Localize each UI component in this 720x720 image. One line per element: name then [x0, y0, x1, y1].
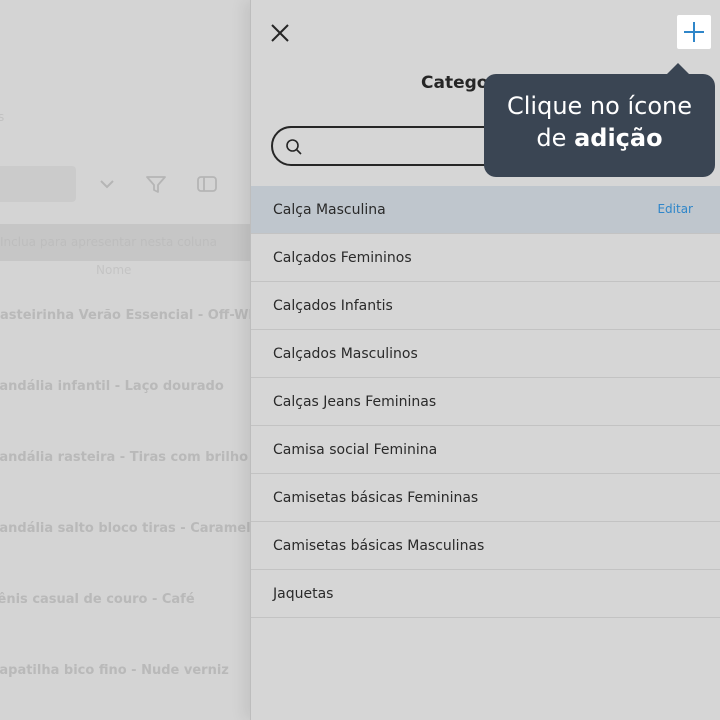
category-row[interactable]: Calçados Femininos — [251, 234, 720, 282]
bg-column-header: Nome — [96, 263, 132, 277]
close-icon — [271, 24, 289, 42]
bg-hint-bar: Inclua para apresentar nesta coluna — [0, 224, 250, 261]
plus-icon — [684, 22, 704, 42]
bg-product-name: Sapatilha bico fino - Nude verniz — [0, 663, 229, 678]
category-row[interactable]: Calça Masculina Editar — [251, 186, 720, 234]
category-label: Calçados Femininos — [273, 249, 412, 266]
bg-input — [0, 166, 76, 202]
filter-icon — [146, 176, 166, 193]
category-label: Camisa social Feminina — [273, 441, 438, 458]
bg-product-name: Rasteirinha Verão Essencial - Off-White — [0, 308, 278, 323]
tooltip-line-1: Clique no ícone — [507, 92, 692, 120]
tooltip-line-2-prefix: de — [536, 124, 575, 152]
chevron-down-icon — [100, 180, 114, 189]
close-button[interactable] — [267, 20, 293, 46]
panel-icon — [197, 176, 217, 192]
category-row[interactable]: Calçados Infantis — [251, 282, 720, 330]
category-row[interactable]: Calças Jeans Femininas — [251, 378, 720, 426]
bg-product-name: Sandália salto bloco tiras - Caramelo — [0, 521, 260, 536]
bg-product-name: Sandália infantil - Laço dourado — [0, 379, 224, 394]
category-label: Calçados Infantis — [273, 297, 393, 314]
category-label: Camisetas básicas Femininas — [273, 489, 479, 506]
category-label: Calças Jeans Femininas — [273, 393, 437, 410]
bg-side-label: s — [0, 110, 5, 124]
bg-hint-text: Inclua para apresentar nesta coluna — [0, 235, 217, 249]
add-category-button[interactable] — [677, 15, 711, 49]
category-label: Jaquetas — [273, 585, 334, 602]
category-row[interactable]: Camisetas básicas Femininas — [251, 474, 720, 522]
category-row[interactable]: Calçados Masculinos — [251, 330, 720, 378]
tooltip-line-2: de adição — [484, 122, 715, 154]
search-icon — [286, 139, 302, 155]
bg-product-name: Tênis casual de couro - Café — [0, 592, 195, 607]
coachmark-tooltip: Clique no ícone de adição — [484, 74, 715, 177]
category-label: Calçados Masculinos — [273, 345, 418, 362]
category-label: Camisetas básicas Masculinas — [273, 537, 485, 554]
category-label: Calça Masculina — [273, 201, 386, 218]
tooltip-line-2-bold: adição — [574, 124, 663, 152]
category-list: Calça Masculina Editar Calçados Femininos C… — [251, 186, 720, 618]
category-row[interactable]: Jaquetas — [251, 570, 720, 618]
edit-link[interactable]: Editar — [657, 202, 693, 216]
category-row[interactable]: Camisetas básicas Masculinas — [251, 522, 720, 570]
category-row[interactable]: Camisa social Feminina — [251, 426, 720, 474]
